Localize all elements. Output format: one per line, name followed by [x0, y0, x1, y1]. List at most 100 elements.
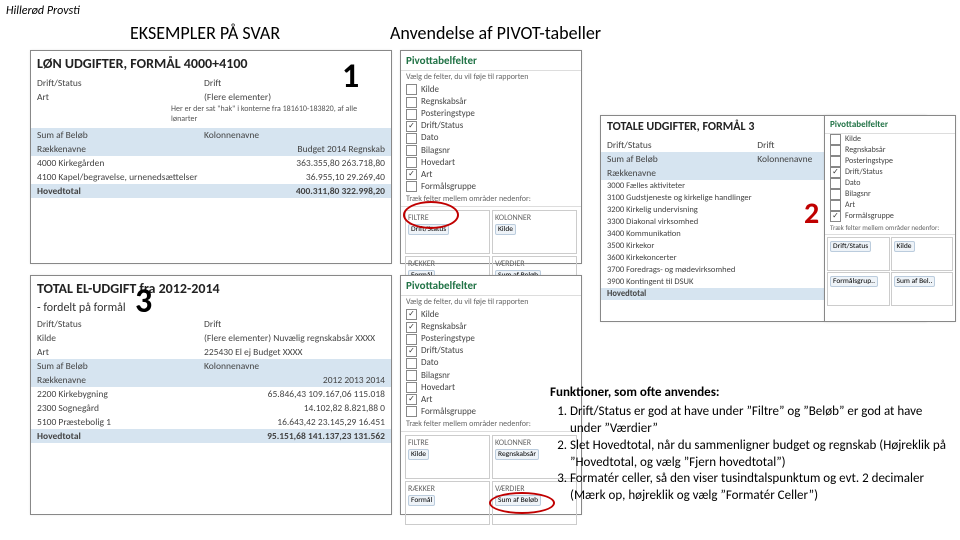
checkbox-icon[interactable]: ✓ [406, 394, 417, 405]
checkbox-icon[interactable]: ✓ [406, 121, 417, 132]
checkbox-icon[interactable] [406, 358, 417, 369]
ex3-area-filtre[interactable]: FILTREKilde [405, 435, 490, 479]
ex2-area-kolonner[interactable]: Kilde [891, 237, 954, 271]
ex3-tag-f[interactable]: Kilde [408, 449, 429, 460]
checkbox-icon[interactable] [406, 334, 417, 345]
ex2-field-row-4[interactable]: Dato [825, 178, 955, 189]
ex1-r3r: Kolonnenavne [204, 129, 385, 141]
ex3-tag-r[interactable]: Formål [408, 495, 435, 506]
ex3-area-raekker[interactable]: RÆKKERFormål [405, 481, 490, 525]
ex3-title: TOTAL EL-UDGIFT fra 2012-2014 [31, 276, 391, 301]
checkbox-icon[interactable] [406, 145, 417, 156]
functions-list: Drift/Status er god at have under ”Filtr… [570, 404, 955, 505]
ex3-field-row-4[interactable]: Dato [401, 357, 581, 369]
field-label: Drift/Status [421, 345, 463, 357]
ex3-tag-v[interactable]: Sum af Beløb [495, 495, 541, 506]
ex1-a-vl: VÆRDIER [495, 259, 574, 269]
ex2-field-row-7[interactable]: ✓Formålsgruppe [825, 211, 955, 222]
ex1-field-row-1[interactable]: Regnskabsår [401, 96, 581, 108]
fieldpane-ex2: Pivottabelfelter KildeRegnskabsårPosteri… [824, 115, 956, 322]
ex3-field-row-1[interactable]: ✓Regnskabsår [401, 321, 581, 333]
field-label: Dato [421, 132, 438, 144]
checkbox-icon[interactable] [830, 156, 841, 167]
checkbox-icon[interactable] [406, 109, 417, 120]
field-label: Regnskabsår [845, 145, 886, 156]
checkbox-icon[interactable] [406, 406, 417, 417]
ex1-area-filtre[interactable]: FILTREDrift/Status [405, 210, 490, 254]
checkbox-icon[interactable] [406, 382, 417, 393]
ex2-cell-l: 3600 Kirkekoncerter [607, 253, 757, 263]
ex3-r5r: 2012 2013 2014 [204, 374, 385, 386]
ex1-field-row-2[interactable]: Posteringstype [401, 108, 581, 120]
checkbox-icon[interactable]: ✓ [406, 322, 417, 333]
ex3-r9r: 95.151,68 141.137,23 131.562 [204, 430, 385, 442]
ex2-tag-k[interactable]: Kilde [894, 241, 915, 252]
checkbox-icon[interactable] [406, 84, 417, 95]
field-label: Kilde [845, 134, 861, 145]
ex3-r8r: 16.643,42 23.145,29 16.451 [204, 416, 385, 428]
marker-2: 2 [804, 195, 819, 232]
ex2-cell-l: 3300 Diakonal virksomhed [607, 217, 757, 227]
ex2-field-row-6[interactable]: Art [825, 200, 955, 211]
checkbox-icon[interactable]: ✓ [830, 211, 841, 222]
ex3-r7l: 2300 Sognegård [37, 402, 204, 414]
checkbox-icon[interactable]: ✓ [830, 167, 841, 178]
title-examples: EKSEMPLER PÅ SVAR [130, 22, 280, 44]
slide-header: Hillerød Provsti [6, 4, 80, 18]
ex3-r2r: 225430 El ej Budget XXXX [204, 346, 385, 358]
ex2-field-row-0[interactable]: Kilde [825, 134, 955, 145]
ex1-area-kolonner[interactable]: KOLONNERKilde [492, 210, 577, 254]
checkbox-icon[interactable] [830, 189, 841, 200]
ex2-field-row-3[interactable]: ✓Drift/Status [825, 167, 955, 178]
ex2-field-row-5[interactable]: Bilagsnr [825, 189, 955, 200]
checkbox-icon[interactable] [406, 370, 417, 381]
ex1-pane-hint: Vælg de felter, du vil føje til rapporte… [401, 71, 581, 84]
ex1-r7r: 400.311,80 322.998,20 [204, 185, 385, 197]
ex1-field-row-5[interactable]: Bilagsnr [401, 145, 581, 157]
ex1-tag-kol[interactable]: Kilde [495, 224, 516, 235]
ex1-a-kl: KOLONNER [495, 213, 574, 223]
checkbox-icon[interactable] [406, 133, 417, 144]
ex1-field-row-6[interactable]: Hovedart [401, 157, 581, 169]
ex2-tag-f[interactable]: Drift/Status [830, 241, 871, 252]
ex3-field-row-5[interactable]: Bilagsnr [401, 370, 581, 382]
ex1-field-row-8[interactable]: Formålsgruppe [401, 181, 581, 193]
marker-3: 3 [135, 281, 152, 322]
ex3-tag-k[interactable]: Regnskabsår [495, 449, 539, 460]
ex1-tag-filtre[interactable]: Drift/Status [408, 224, 449, 235]
field-label: Art [845, 200, 855, 211]
checkbox-icon[interactable] [830, 200, 841, 211]
ex2-field-row-2[interactable]: Posteringstype [825, 156, 955, 167]
checkbox-icon[interactable] [830, 134, 841, 145]
ex3-r6r: 65.846,43 109.167,06 115.018 [204, 388, 385, 400]
checkbox-icon[interactable] [406, 97, 417, 108]
checkbox-icon[interactable] [406, 181, 417, 192]
ex2-field-row-1[interactable]: Regnskabsår [825, 145, 955, 156]
ex2-area-filtre[interactable]: Drift/Status [827, 237, 890, 271]
func-item-3: Formatér celler, så den viser tusindtals… [570, 471, 955, 505]
ex2-area-raekker[interactable]: Formålsgrup.. [827, 272, 890, 306]
checkbox-icon[interactable] [406, 157, 417, 168]
field-label: Hovedart [421, 157, 455, 169]
ex2-cell-l: 3400 Kommunikation [607, 229, 757, 239]
checkbox-icon[interactable] [830, 178, 841, 189]
checkbox-icon[interactable]: ✓ [406, 169, 417, 180]
ex3-r8l: 5100 Præstebolig 1 [37, 416, 204, 428]
field-label: Posteringstype [421, 333, 475, 345]
ex2-area-vaerdier[interactable]: Sum af Bel.. [891, 272, 954, 306]
ex1-field-row-7[interactable]: ✓Art [401, 169, 581, 181]
ex3-field-row-2[interactable]: Posteringstype [401, 333, 581, 345]
field-label: Regnskabsår [421, 96, 467, 108]
ex2-tag-v[interactable]: Sum af Bel.. [894, 276, 936, 287]
ex2-tag-r[interactable]: Formålsgrup.. [830, 276, 878, 287]
checkbox-icon[interactable]: ✓ [406, 346, 417, 357]
ex1-field-row-3[interactable]: ✓Drift/Status [401, 120, 581, 132]
field-label: Art [421, 394, 432, 406]
checkbox-icon[interactable] [830, 145, 841, 156]
ex3-field-row-0[interactable]: ✓Kilde [401, 309, 581, 321]
ex2-cell-l: 3500 Kirkekor [607, 241, 757, 251]
ex1-field-row-4[interactable]: Dato [401, 132, 581, 144]
checkbox-icon[interactable]: ✓ [406, 309, 417, 320]
ex1-field-row-0[interactable]: Kilde [401, 84, 581, 96]
ex3-field-row-3[interactable]: ✓ Drift/Status [401, 345, 581, 357]
